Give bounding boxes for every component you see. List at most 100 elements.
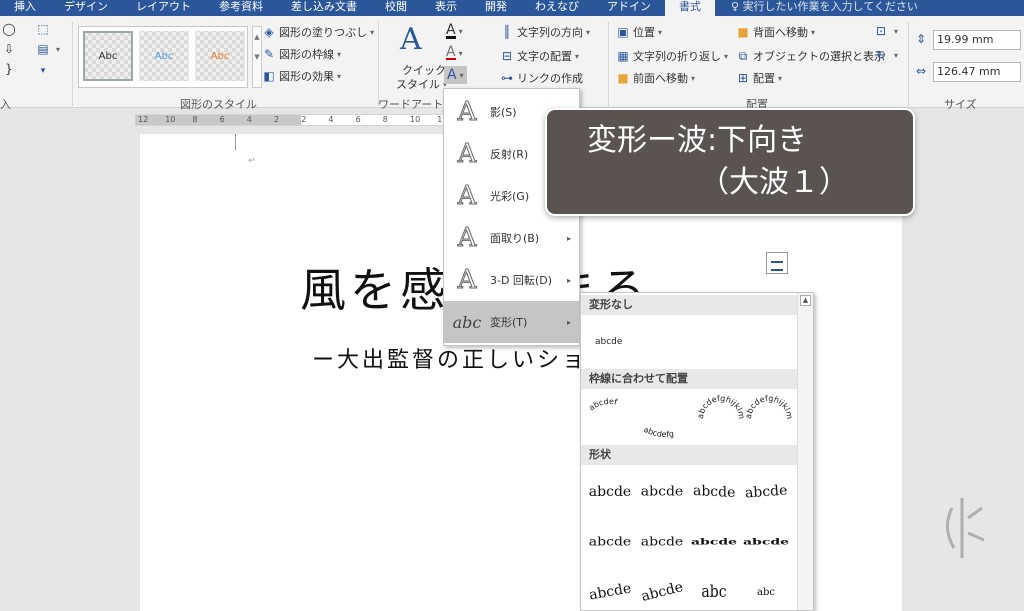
follow-path-gallery[interactable]: abcdef abcdefg abcdefghijklm abcdefghijk… [585, 393, 797, 445]
tab-10[interactable]: 書式 [665, 0, 715, 16]
ruler-tick: 4 [246, 115, 252, 124]
text-align-button[interactable]: ⊟ 文字の配置 ▾ [500, 48, 579, 64]
warp-sample: abcde [587, 580, 633, 604]
warp-sample: abcde [690, 537, 738, 547]
margin-mark [235, 134, 236, 150]
text-effects-item-label: 光彩(G) [490, 190, 530, 203]
warp-sample: abcde [640, 484, 684, 500]
shape-style-item[interactable]: Abc [83, 31, 133, 81]
tab-4[interactable]: 差し込み文書 [277, 0, 371, 16]
warp-option[interactable]: abcde [637, 519, 687, 565]
text-effects-item-5[interactable]: abc 変形(T) ▸ [444, 301, 579, 343]
tab-1[interactable]: デザイン [50, 0, 122, 16]
shape-brace-icon[interactable]: } [2, 62, 19, 76]
bring-forward-button[interactable]: ■ 前面へ移動 ▾ [616, 70, 695, 86]
quick-style-button[interactable]: スタイル ▾ [396, 76, 447, 92]
warp-option[interactable]: abcde [585, 469, 635, 515]
shape-style-gallery[interactable]: Abc Abc Abc [78, 26, 248, 88]
gallery-scroll[interactable]: ▲ ▼ [252, 26, 262, 88]
text-effects-item-label: 3-D 回転(D) [490, 274, 552, 287]
tell-me-search[interactable]: ♀ 実行したい作業を入力してください [715, 0, 918, 16]
document-subtitle[interactable]: ー大出監督の正しいショ [312, 342, 587, 374]
rotate-icon[interactable]: ↻ ▾ [874, 48, 898, 62]
size-group-label: サイズ [944, 98, 977, 111]
tab-7[interactable]: 開発 [471, 0, 521, 16]
ruler-tick: 2 [274, 115, 280, 124]
submenu-arrow-icon: ▸ [566, 317, 571, 327]
shape-fill-button[interactable]: ◈ 図形の塗りつぶし ▾ [262, 24, 374, 40]
tab-0[interactable]: 挿入 [0, 0, 50, 16]
tab-2[interactable]: レイアウト [122, 0, 205, 16]
send-backward-button[interactable]: ■ 背面へ移動 ▾ [736, 24, 815, 40]
ruler-tick: 6 [355, 115, 361, 124]
quick-style-icon: A [400, 21, 422, 57]
text-effects-button[interactable]: A ▾ [444, 66, 467, 84]
shape-style-item[interactable]: Abc [195, 31, 245, 81]
ruler-tick: 8 [382, 115, 388, 124]
submenu-arrow-icon: ▸ [566, 233, 571, 243]
text-box-icon[interactable]: ▤ ▾ [36, 42, 60, 56]
paragraph-mark: ↵ [248, 156, 256, 166]
text-effects-item-label: 影(S) [490, 106, 517, 119]
tab-3[interactable]: 参考資料 [205, 0, 277, 16]
send-backward-icon: ■ [737, 25, 749, 39]
warp-option[interactable]: abc [741, 569, 791, 610]
warp-option[interactable]: abcde [689, 519, 739, 565]
lightbulb-icon: ♀ [731, 0, 743, 13]
text-fill-button[interactable]: A ▾ [446, 23, 463, 39]
text-direction-button[interactable]: ║ 文字列の方向 ▾ [500, 24, 590, 40]
shape-arrow-icon[interactable]: ⇩ [2, 42, 19, 56]
tooltip-line-2: （大波１） [699, 165, 849, 200]
ribbon-tab-bar: 挿入 デザイン レイアウト 参考資料 差し込み文書 校閲 表示 開発 わえなび アドイン 書式 ♀ 実… [0, 0, 1024, 16]
shape-outline-button[interactable]: ✎ 図形の枠線 ▾ [262, 46, 341, 62]
tab-5[interactable]: 校閲 [371, 0, 421, 16]
insert-shapes-group-label: 入 [0, 98, 11, 111]
transform-tooltip: 変形ー波:下向き （大波１） [545, 108, 915, 216]
warp-sample: abcde [692, 482, 736, 502]
text-effects-item-3[interactable]: A 面取り(B) ▸ [444, 217, 579, 259]
text-effects-item-label: 変形(T) [490, 316, 528, 329]
warp-header: 形状 [581, 445, 797, 465]
warp-sample: abcde [639, 579, 685, 605]
gallery-more-icon[interactable]: ▾ [36, 64, 53, 78]
text-effects-item-4[interactable]: A 3-D 回転(D) ▸ [444, 259, 579, 301]
wrap-text-button[interactable]: ▦ 文字列の折り返し ▾ [616, 48, 728, 64]
shape-effects-button[interactable]: ◧ 図形の効果 ▾ [262, 68, 341, 84]
edit-shape-icon[interactable]: ⬚ [36, 22, 53, 36]
shape-height-input[interactable]: 19.99 mm [933, 30, 1021, 50]
separator [72, 22, 73, 106]
position-button[interactable]: ▣ 位置 ▾ [616, 24, 662, 40]
shape-oval-icon[interactable]: ◯ [2, 22, 19, 36]
no-transform-option[interactable]: abcde [595, 337, 622, 347]
warp-option[interactable]: abcde [637, 569, 687, 610]
text-outline-button[interactable]: A ▾ [446, 45, 463, 60]
svg-text:abcdefghijklm: abcdefghijklm [696, 394, 746, 420]
shape-style-item[interactable]: Abc [139, 31, 189, 81]
warp-sample: abcde [588, 535, 632, 549]
warp-option[interactable]: abcde [585, 519, 635, 565]
warp-option[interactable]: abcde [585, 569, 635, 610]
warp-option[interactable]: abcde [689, 469, 739, 515]
layout-options-icon[interactable] [766, 252, 788, 274]
align-text-icon: ⊟ [501, 49, 513, 63]
wrap-icon: ▦ [617, 49, 629, 63]
warp-option[interactable]: abc [689, 569, 739, 610]
shape-width-input[interactable]: 126.47 mm [933, 62, 1021, 82]
ruler-tick: 8 [192, 115, 198, 124]
no-transform-header: 変形なし [581, 295, 797, 315]
create-link-button[interactable]: ⊶ リンクの作成 [500, 70, 583, 86]
warp-option[interactable]: abcde [741, 519, 791, 565]
warp-sample: abc [701, 582, 727, 602]
selection-pane-button[interactable]: ⧉ オブジェクトの選択と表示 [736, 48, 885, 64]
submenu-scrollbar[interactable]: ▲ [797, 293, 813, 610]
tab-8[interactable]: わえなび [521, 0, 593, 16]
scroll-up-icon[interactable]: ▲ [800, 295, 811, 306]
warp-sample: abcde [640, 535, 684, 549]
tab-9[interactable]: アドイン [593, 0, 665, 16]
warp-sample: abcde [742, 537, 790, 547]
group-objects-icon[interactable]: ⊡ ▾ [874, 24, 898, 38]
tab-6[interactable]: 表示 [421, 0, 471, 16]
warp-option[interactable]: abcde [741, 469, 791, 515]
align-button[interactable]: ⊞ 配置 ▾ [736, 70, 782, 86]
warp-option[interactable]: abcde [637, 469, 687, 515]
